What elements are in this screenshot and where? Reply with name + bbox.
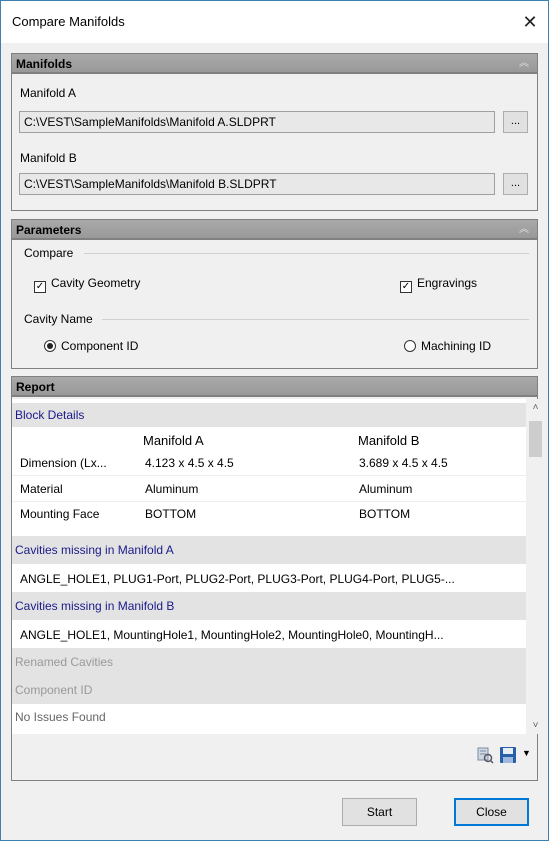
manifold-a-browse-button[interactable]: ... (503, 111, 528, 133)
missing-b-list-row: ANGLE_HOLE1, MountingHole1, MountingHole… (12, 620, 526, 648)
missing-a-title: Cavities missing in Manifold A (15, 543, 174, 557)
missing-b-list: ANGLE_HOLE1, MountingHole1, MountingHole… (20, 628, 444, 642)
compare-manifolds-dialog: Compare Manifolds ✕ Manifolds ︽ Manifold… (0, 0, 549, 841)
missing-a-header-row: Cavities missing in Manifold A (12, 536, 526, 564)
scroll-up-icon[interactable]: ˄ (527, 399, 544, 416)
export-report-icon[interactable] (476, 746, 494, 764)
row-value-a: 4.123 x 4.5 x 4.5 (145, 456, 234, 470)
save-icon[interactable] (498, 745, 518, 765)
manifolds-panel: Manifold A C:\VEST\SampleManifolds\Manif… (11, 73, 538, 211)
close-window-button[interactable]: ✕ (516, 9, 544, 35)
block-details-title: Block Details (15, 408, 85, 422)
row-label: Material (20, 482, 63, 496)
report-scrollbar[interactable]: ˄ ˅ (527, 399, 544, 734)
machining-id-radio[interactable]: Machining ID (404, 339, 491, 353)
dropdown-arrow-icon[interactable]: ▼ (522, 748, 532, 762)
collapse-chevron-icon[interactable]: ︽ (515, 220, 529, 240)
row-label: Dimension (Lx... (20, 456, 107, 470)
component-id-row: Component ID (12, 676, 526, 704)
row-value-a: BOTTOM (145, 507, 197, 521)
renamed-cavities-title: Renamed Cavities (15, 655, 114, 669)
checkbox-checked-icon: ✓ (34, 281, 46, 293)
row-value-b: BOTTOM (359, 507, 411, 521)
compare-group-divider (84, 253, 529, 254)
manifold-b-path-field[interactable]: C:\VEST\SampleManifolds\Manifold B.SLDPR… (19, 173, 495, 195)
no-issues-text: No Issues Found (15, 710, 106, 724)
scroll-thumb[interactable] (529, 421, 542, 457)
compare-group-label: Compare (24, 246, 74, 260)
machining-id-label: Machining ID (421, 339, 492, 353)
table-row: Dimension (Lx... 4.123 x 4.5 x 4.5 3.689… (12, 451, 526, 476)
table-row: Material Aluminum Aluminum (12, 477, 526, 502)
manifold-a-label: Manifold A (20, 86, 77, 100)
missing-b-title: Cavities missing in Manifold B (15, 599, 175, 613)
component-id-radio[interactable]: Component ID (44, 339, 138, 353)
title-bar: Compare Manifolds ✕ (1, 1, 548, 43)
report-header-label: Report (16, 380, 55, 394)
column-header-manifold-a: Manifold A (143, 433, 204, 448)
row-value-b: Aluminum (359, 482, 413, 496)
radio-unselected-icon (404, 340, 416, 352)
parameters-section-header[interactable]: Parameters ︽ (11, 219, 538, 239)
cavity-geometry-checkbox[interactable]: ✓ Cavity Geometry (34, 276, 140, 293)
component-id-label: Component ID (61, 339, 139, 353)
close-button[interactable]: Close (454, 798, 529, 826)
manifold-b-label: Manifold B (20, 151, 77, 165)
row-value-a: Aluminum (145, 482, 199, 496)
table-row: Mounting Face BOTTOM BOTTOM (12, 502, 526, 526)
parameters-header-label: Parameters (16, 223, 82, 237)
manifolds-header-label: Manifolds (16, 57, 72, 71)
renamed-cavities-row: Renamed Cavities (12, 648, 526, 676)
component-id-title: Component ID (15, 683, 93, 697)
report-section-header: Report (11, 376, 538, 396)
cavity-geometry-label: Cavity Geometry (51, 276, 141, 290)
manifolds-section-header[interactable]: Manifolds ︽ (11, 53, 538, 73)
report-view[interactable]: Block Details Manifold A Manifold B Dime… (12, 399, 526, 734)
row-label: Mounting Face (20, 507, 100, 521)
missing-a-list: ANGLE_HOLE1, PLUG1-Port, PLUG2-Port, PLU… (20, 572, 455, 586)
scroll-down-icon[interactable]: ˅ (527, 717, 544, 734)
engravings-label: Engravings (417, 276, 478, 290)
missing-b-header-row: Cavities missing in Manifold B (12, 592, 526, 620)
parameters-panel: Compare ✓ Cavity Geometry ✓ Engravings Cav… (11, 239, 538, 369)
checkbox-checked-icon: ✓ (400, 281, 412, 293)
manifold-a-path-field[interactable]: C:\VEST\SampleManifolds\Manifold A.SLDPR… (19, 111, 495, 133)
manifold-b-browse-button[interactable]: ... (503, 173, 528, 195)
row-value-b: 3.689 x 4.5 x 4.5 (359, 456, 448, 470)
cavity-name-group-label: Cavity Name (24, 312, 93, 326)
column-header-manifold-b: Manifold B (358, 433, 420, 448)
block-details-table: Manifold A Manifold B Dimension (Lx... 4… (12, 427, 526, 527)
start-button[interactable]: Start (342, 798, 417, 826)
window-title: Compare Manifolds (12, 14, 125, 29)
engravings-checkbox[interactable]: ✓ Engravings (400, 276, 477, 293)
no-issues-row: No Issues Found (12, 704, 526, 732)
collapse-chevron-icon[interactable]: ︽ (515, 54, 529, 74)
radio-selected-icon (44, 340, 56, 352)
block-details-row: Block Details (12, 403, 526, 427)
cavity-name-group-divider (102, 319, 529, 320)
missing-a-list-row: ANGLE_HOLE1, PLUG1-Port, PLUG2-Port, PLU… (12, 564, 526, 592)
